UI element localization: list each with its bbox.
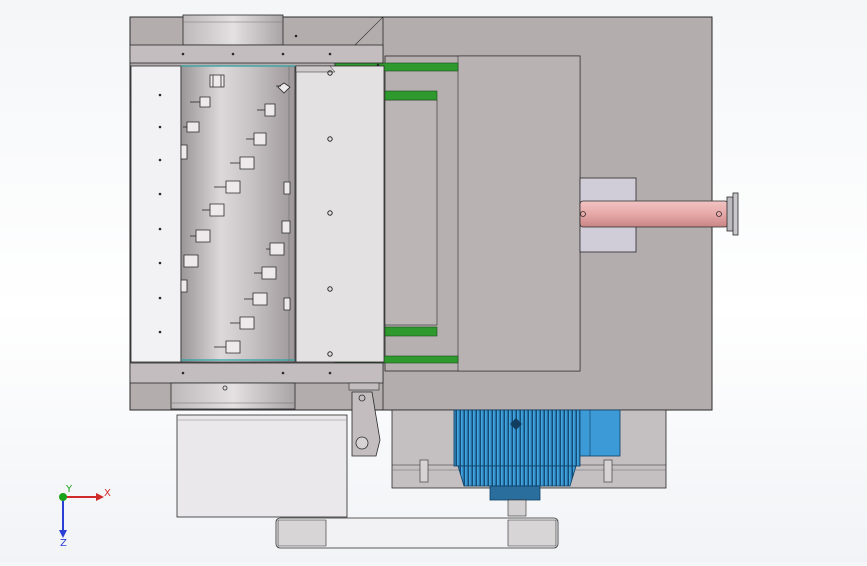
gearbox-housing (176, 414, 348, 518)
belt-guard (275, 517, 559, 549)
x-axis-label: X (104, 488, 111, 499)
cad-model-drawing: X Y Z (59, 14, 739, 549)
y-axis-label: Y (65, 484, 73, 495)
side-door-panel (384, 55, 581, 372)
screen-panel (130, 65, 182, 363)
crusher-rotor (180, 65, 296, 363)
coordinate-triad: X Y Z (59, 484, 111, 549)
cad-viewport[interactable]: X Y Z (0, 0, 867, 562)
feed-door (295, 65, 385, 363)
z-axis-label: Z (60, 538, 67, 549)
